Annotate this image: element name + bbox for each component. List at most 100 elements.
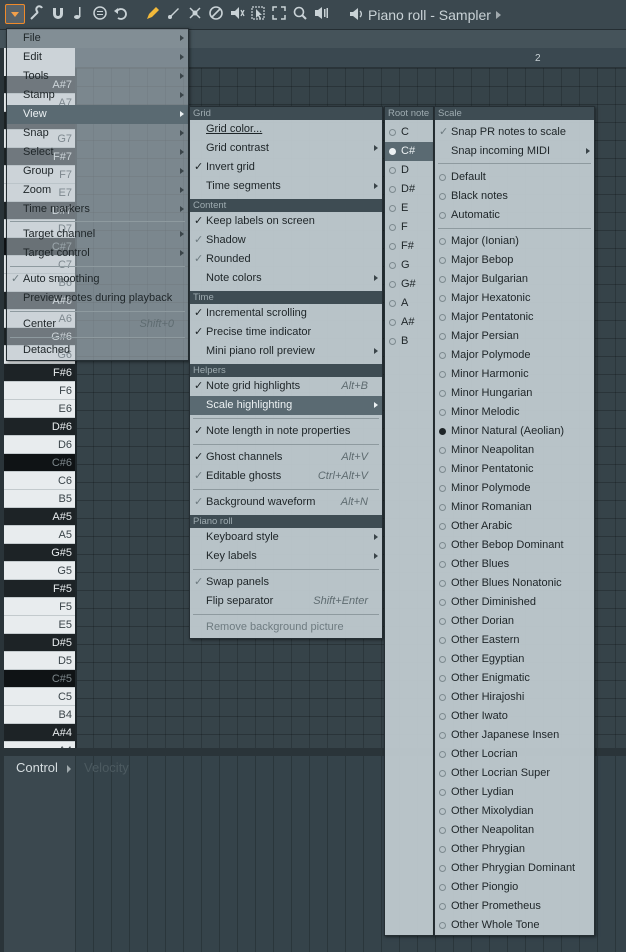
pencil-icon[interactable]: [144, 5, 162, 23]
view-menu-rounded[interactable]: ✓ Rounded: [190, 250, 382, 269]
piano-key-f6[interactable]: F6: [4, 382, 75, 400]
scale-major-pentatonic[interactable]: Major Pentatonic: [435, 308, 594, 327]
view-menu-precise-time-indicator[interactable]: ✓ Precise time indicator: [190, 323, 382, 342]
root-note-a-sharp[interactable]: A#: [385, 313, 433, 332]
magnifier-icon[interactable]: [291, 5, 309, 23]
piano-key-d-5[interactable]: D#5: [4, 634, 75, 652]
main-menu-stamp[interactable]: Stamp: [7, 86, 188, 105]
scale-other-piongio[interactable]: Other Piongio: [435, 878, 594, 897]
view-menu-note-colors[interactable]: Note colors: [190, 269, 382, 288]
view-menu-background-waveform[interactable]: ✓ Background waveform Alt+N: [190, 493, 382, 512]
undo-icon[interactable]: [112, 5, 130, 23]
view-menu-grid-color[interactable]: Grid color...: [190, 120, 382, 139]
zoom-icon[interactable]: [270, 5, 288, 23]
scale-other-whole-tone[interactable]: Other Whole Tone: [435, 916, 594, 935]
main-menu-zoom[interactable]: Zoom: [7, 181, 188, 200]
view-menu-note-length-in-note-properties[interactable]: ✓ Note length in note properties: [190, 422, 382, 441]
scale-minor-melodic[interactable]: Minor Melodic: [435, 403, 594, 422]
scale-other-neapolitan[interactable]: Other Neapolitan: [435, 821, 594, 840]
view-menu-incremental-scrolling[interactable]: ✓ Incremental scrolling: [190, 304, 382, 323]
scale-other-diminished[interactable]: Other Diminished: [435, 593, 594, 612]
piano-key-c-6[interactable]: C#6: [4, 454, 75, 472]
playback-icon[interactable]: [312, 5, 330, 23]
view-menu-grid-contrast[interactable]: Grid contrast: [190, 139, 382, 158]
wrench-icon[interactable]: [28, 5, 46, 23]
piano-key-c6[interactable]: C6: [4, 472, 75, 490]
menu-arrow-icon[interactable]: [5, 4, 25, 24]
window-title[interactable]: Piano roll - Sampler: [368, 7, 491, 23]
main-menu-group[interactable]: Group: [7, 162, 188, 181]
scale-other-enigmatic[interactable]: Other Enigmatic: [435, 669, 594, 688]
scale-other-lydian[interactable]: Other Lydian: [435, 783, 594, 802]
main-menu-tools[interactable]: Tools: [7, 67, 188, 86]
piano-key-f-6[interactable]: F#6: [4, 364, 75, 382]
view-menu-flip-separator[interactable]: Flip separator Shift+Enter: [190, 592, 382, 611]
control-label[interactable]: Control: [16, 760, 58, 775]
view-menu-invert-grid[interactable]: ✓ Invert grid: [190, 158, 382, 177]
view-menu-scale-highlighting[interactable]: Scale highlighting: [190, 396, 382, 415]
root-note-f-sharp[interactable]: F#: [385, 237, 433, 256]
scale-other-phrygian[interactable]: Other Phrygian: [435, 840, 594, 859]
piano-key-e6[interactable]: E6: [4, 400, 75, 418]
piano-key-e5[interactable]: E5: [4, 616, 75, 634]
scale-other-locrian[interactable]: Other Locrian: [435, 745, 594, 764]
piano-key-d5[interactable]: D5: [4, 652, 75, 670]
main-menu-view[interactable]: View: [7, 105, 188, 124]
root-note-b[interactable]: B: [385, 332, 433, 351]
piano-key-d-6[interactable]: D#6: [4, 418, 75, 436]
scale-minor-natural-aeolian[interactable]: Minor Natural (Aeolian): [435, 422, 594, 441]
brush-icon[interactable]: [165, 5, 183, 23]
piano-key-d6[interactable]: D6: [4, 436, 75, 454]
view-menu-shadow[interactable]: ✓ Shadow: [190, 231, 382, 250]
scale-other-japanese-insen[interactable]: Other Japanese Insen: [435, 726, 594, 745]
scale-minor-romanian[interactable]: Minor Romanian: [435, 498, 594, 517]
piano-key-a5[interactable]: A5: [4, 526, 75, 544]
note-icon[interactable]: [70, 5, 88, 23]
main-menu-auto-smoothing[interactable]: ✓ Auto smoothing: [7, 270, 188, 289]
root-note-g-sharp[interactable]: G#: [385, 275, 433, 294]
magnet-icon[interactable]: [49, 5, 67, 23]
main-menu-edit[interactable]: Edit: [7, 48, 188, 67]
scale-major-bebop[interactable]: Major Bebop: [435, 251, 594, 270]
scale-mode-default[interactable]: Default: [435, 168, 594, 187]
scale-minor-harmonic[interactable]: Minor Harmonic: [435, 365, 594, 384]
piano-key-a-5[interactable]: A#5: [4, 508, 75, 526]
main-menu-snap[interactable]: Snap: [7, 124, 188, 143]
view-menu-note-grid-highlights[interactable]: ✓ Note grid highlights Alt+B: [190, 377, 382, 396]
view-menu-keep-labels-on-screen[interactable]: ✓ Keep labels on screen: [190, 212, 382, 231]
piano-key-f5[interactable]: F5: [4, 598, 75, 616]
scale-major-persian[interactable]: Major Persian: [435, 327, 594, 346]
scale-other-bebop-dominant[interactable]: Other Bebop Dominant: [435, 536, 594, 555]
scale-minor-polymode[interactable]: Minor Polymode: [435, 479, 594, 498]
scale-mode-automatic[interactable]: Automatic: [435, 206, 594, 225]
main-menu-target-channel[interactable]: Target channel: [7, 225, 188, 244]
main-menu-detached[interactable]: Detached: [7, 341, 188, 360]
title-arrow-icon[interactable]: [496, 11, 501, 19]
root-note-c[interactable]: C: [385, 123, 433, 142]
slice-icon[interactable]: [228, 5, 246, 23]
scale-minor-pentatonic[interactable]: Minor Pentatonic: [435, 460, 594, 479]
speaker-icon[interactable]: [348, 6, 364, 25]
control-arrow-icon[interactable]: [67, 765, 71, 773]
scale-other-blues[interactable]: Other Blues: [435, 555, 594, 574]
mute-icon[interactable]: [207, 5, 225, 23]
piano-key-c-5[interactable]: C#5: [4, 670, 75, 688]
scale-other-prometheus[interactable]: Other Prometheus: [435, 897, 594, 916]
piano-key-a-4[interactable]: A#4: [4, 724, 75, 742]
view-menu-keyboard-style[interactable]: Keyboard style: [190, 528, 382, 547]
scale-other-locrian-super[interactable]: Other Locrian Super: [435, 764, 594, 783]
view-menu-swap-panels[interactable]: ✓ Swap panels: [190, 573, 382, 592]
select-icon[interactable]: [249, 5, 267, 23]
scale-option-snap-pr-notes-to-scale[interactable]: ✓ Snap PR notes to scale: [435, 123, 594, 142]
root-note-d[interactable]: D: [385, 161, 433, 180]
piano-key-f-5[interactable]: F#5: [4, 580, 75, 598]
root-note-f[interactable]: F: [385, 218, 433, 237]
root-note-e[interactable]: E: [385, 199, 433, 218]
main-menu-center[interactable]: Center Shift+0: [7, 315, 188, 334]
view-menu-key-labels[interactable]: Key labels: [190, 547, 382, 566]
root-note-a[interactable]: A: [385, 294, 433, 313]
view-menu-editable-ghosts[interactable]: ✓ Editable ghosts Ctrl+Alt+V: [190, 467, 382, 486]
scale-mode-black-notes[interactable]: Black notes: [435, 187, 594, 206]
scale-other-arabic[interactable]: Other Arabic: [435, 517, 594, 536]
scale-other-eastern[interactable]: Other Eastern: [435, 631, 594, 650]
